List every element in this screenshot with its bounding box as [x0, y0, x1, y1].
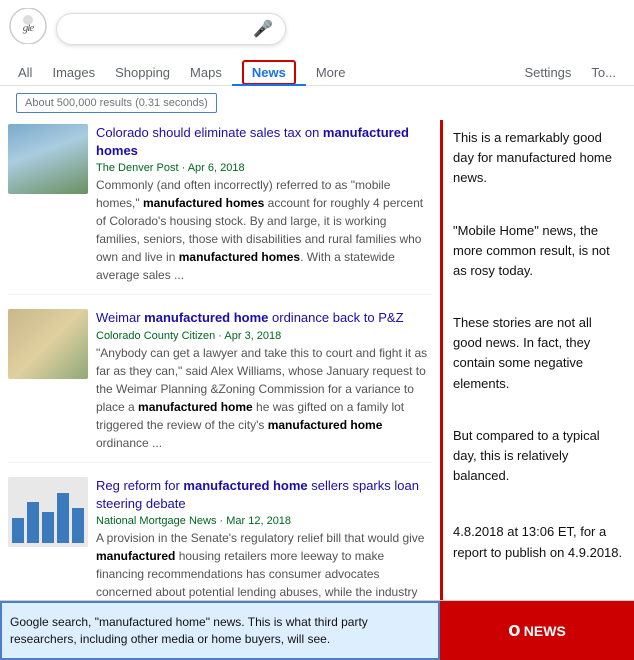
middle-section: Colorado should eliminate sales tax on m… — [0, 120, 634, 600]
result-source: Colorado County Citizen · Apr 3, 2018 — [96, 330, 432, 342]
bottom-caption: Google search, "manufactured home" news.… — [0, 601, 440, 660]
tab-all[interactable]: All — [8, 60, 42, 85]
tab-news[interactable]: News — [232, 60, 306, 85]
tab-shopping[interactable]: Shopping — [105, 60, 180, 85]
result-snippet: Commonly (and often incorrectly) referre… — [96, 176, 432, 284]
result-thumbnail — [8, 124, 88, 194]
annotation-block-1: This is a remarkably good day for manufa… — [453, 128, 624, 188]
tab-more[interactable]: More — [306, 60, 356, 85]
news-tab-box: News — [242, 60, 296, 85]
header: gle manufactured home 🎤 — [0, 0, 634, 58]
results-count-bar: About 500,000 results (0.31 seconds) — [0, 86, 634, 120]
results-count: About 500,000 results (0.31 seconds) — [16, 93, 217, 113]
mic-icon[interactable]: 🎤 — [253, 19, 273, 39]
result-title[interactable]: Colorado should eliminate sales tax on m… — [96, 124, 432, 160]
result-title[interactable]: Weimar manufactured home ordinance back … — [96, 309, 432, 327]
result-source: The Denver Post · Apr 6, 2018 — [96, 162, 432, 174]
list-item: Reg reform for manufactured home sellers… — [8, 477, 432, 600]
news-logo: o NEWS — [508, 619, 566, 642]
search-results-list: Colorado should eliminate sales tax on m… — [0, 120, 440, 600]
bottom-right-logo: o NEWS — [440, 601, 634, 660]
annotation-panel: This is a remarkably good day for manufa… — [440, 120, 634, 600]
bottom-section: Google search, "manufactured home" news.… — [0, 600, 634, 660]
annotation-block-5: 4.8.2018 at 13:06 ET, for a report to pu… — [453, 522, 624, 562]
list-item: Colorado should eliminate sales tax on m… — [8, 124, 432, 295]
result-thumbnail — [8, 477, 88, 547]
result-content: Reg reform for manufactured home sellers… — [96, 477, 432, 600]
page-wrapper: gle manufactured home 🎤 All Images Shopp… — [0, 0, 634, 660]
tab-images[interactable]: Images — [42, 60, 105, 85]
annotation-block-4: But compared to a typical day, this is r… — [453, 426, 624, 486]
tab-tools[interactable]: To... — [581, 60, 626, 85]
result-content: Weimar manufactured home ordinance back … — [96, 309, 432, 451]
result-source: National Mortgage News · Mar 12, 2018 — [96, 515, 432, 527]
annotation-block-2: "Mobile Home" news, the more common resu… — [453, 221, 624, 281]
search-input[interactable]: manufactured home — [69, 21, 253, 37]
result-thumbnail — [8, 309, 88, 379]
tab-maps[interactable]: Maps — [180, 60, 232, 85]
annotation-block-3: These stories are not all good news. In … — [453, 313, 624, 394]
search-bar[interactable]: manufactured home 🎤 — [56, 13, 286, 45]
nav-tabs: All Images Shopping Maps News More Setti… — [0, 58, 634, 86]
tab-settings[interactable]: Settings — [514, 60, 581, 85]
list-item: Weimar manufactured home ordinance back … — [8, 309, 432, 462]
google-logo: gle — [8, 8, 48, 50]
result-title[interactable]: Reg reform for manufactured home sellers… — [96, 477, 432, 513]
result-content: Colorado should eliminate sales tax on m… — [96, 124, 432, 284]
result-snippet: "Anybody can get a lawyer and take this … — [96, 344, 432, 452]
result-snippet: A provision in the Senate's regulatory r… — [96, 529, 432, 600]
bars-chart-thumb — [8, 477, 88, 547]
